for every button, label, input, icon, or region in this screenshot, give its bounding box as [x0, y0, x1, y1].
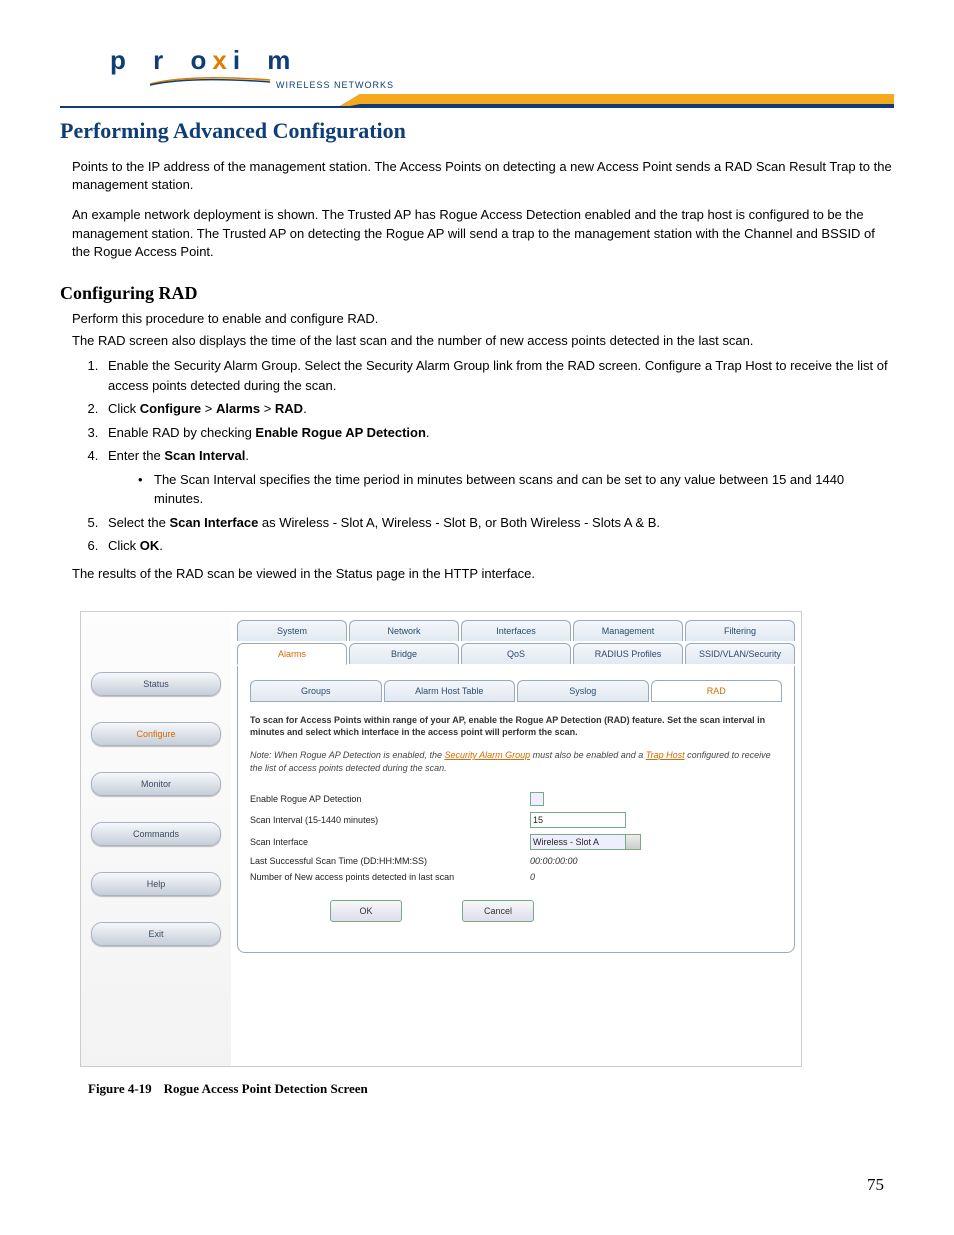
tab-ssid[interactable]: SSID/VLAN/Security	[685, 643, 795, 664]
step-5: Select the Scan Interface as Wireless - …	[102, 513, 894, 533]
nav-exit[interactable]: Exit	[91, 922, 221, 946]
cancel-button[interactable]: Cancel	[462, 900, 534, 922]
link-security-alarm-group[interactable]: Security Alarm Group	[444, 750, 530, 760]
main-panel: System Network Interfaces Management Fil…	[231, 612, 801, 1066]
section-heading: Configuring RAD	[60, 283, 894, 304]
value-last-scan-time: 00:00:00:00	[530, 856, 578, 866]
logo-text-left: p r o	[110, 45, 216, 76]
link-trap-host[interactable]: Trap Host	[646, 750, 685, 760]
logo-x-icon: x	[212, 45, 236, 76]
checkbox-enable-rad[interactable]	[530, 792, 544, 806]
panel-description: To scan for Access Points within range o…	[250, 714, 782, 739]
nav-help[interactable]: Help	[91, 872, 221, 896]
label-scan-interface: Scan Interface	[250, 837, 530, 847]
tab-management[interactable]: Management	[573, 620, 683, 641]
tab-content: Groups Alarm Host Table Syslog RAD To sc…	[237, 666, 795, 953]
subtab-row: Groups Alarm Host Table Syslog RAD	[250, 680, 782, 702]
select-scan-interface[interactable]: Wireless - Slot A	[530, 834, 626, 850]
logo-text-right: i m	[233, 45, 301, 76]
left-nav: Status Configure Monitor Commands Help E…	[81, 612, 231, 1066]
step-1: Enable the Security Alarm Group. Select …	[102, 356, 894, 395]
nav-configure[interactable]: Configure	[91, 722, 221, 746]
tab-row-1: System Network Interfaces Management Fil…	[237, 620, 795, 641]
label-last-scan-time: Last Successful Scan Time (DD:HH:MM:SS)	[250, 856, 530, 866]
subtab-alarm-host[interactable]: Alarm Host Table	[384, 680, 516, 702]
logo-subtitle: WIRELESS NETWORKS	[276, 80, 394, 90]
subtab-rad[interactable]: RAD	[651, 680, 783, 702]
subtab-syslog[interactable]: Syslog	[517, 680, 649, 702]
label-enable-rad: Enable Rogue AP Detection	[250, 794, 530, 804]
tab-interfaces[interactable]: Interfaces	[461, 620, 571, 641]
input-scan-interval[interactable]: 15	[530, 812, 626, 828]
subtab-groups[interactable]: Groups	[250, 680, 382, 702]
label-new-ap-count: Number of New access points detected in …	[250, 872, 530, 882]
figure-title: Rogue Access Point Detection Screen	[164, 1081, 368, 1096]
tab-filtering[interactable]: Filtering	[685, 620, 795, 641]
step-6: Click OK.	[102, 536, 894, 556]
step-2: Click Configure > Alarms > RAD.	[102, 399, 894, 419]
figure-caption: Figure 4-19 Rogue Access Point Detection …	[88, 1081, 894, 1097]
tab-row-2: Alarms Bridge QoS RADIUS Profiles SSID/V…	[237, 643, 795, 665]
section-lead-2: The RAD screen also displays the time of…	[60, 332, 894, 350]
tab-network[interactable]: Network	[349, 620, 459, 641]
step-4-bullet: The Scan Interval specifies the time per…	[138, 470, 894, 509]
after-steps-note: The results of the RAD scan be viewed in…	[60, 566, 894, 581]
tab-qos[interactable]: QoS	[461, 643, 571, 664]
tab-bridge[interactable]: Bridge	[349, 643, 459, 664]
nav-monitor[interactable]: Monitor	[91, 772, 221, 796]
header-divider	[60, 94, 894, 108]
brand-logo: p r o x i m WIRELESS NETWORKS	[60, 30, 894, 90]
page-number: 75	[867, 1175, 884, 1195]
section-lead-1: Perform this procedure to enable and con…	[60, 310, 894, 328]
step-3: Enable RAD by checking Enable Rogue AP D…	[102, 423, 894, 443]
tab-radius[interactable]: RADIUS Profiles	[573, 643, 683, 664]
logo-swoosh-icon	[150, 76, 270, 86]
procedure-list: Enable the Security Alarm Group. Select …	[60, 356, 894, 556]
value-new-ap-count: 0	[530, 872, 535, 882]
label-scan-interval: Scan Interval (15-1440 minutes)	[250, 815, 530, 825]
tab-system[interactable]: System	[237, 620, 347, 641]
nav-status[interactable]: Status	[91, 672, 221, 696]
panel-note: Note: When Rogue AP Detection is enabled…	[250, 749, 782, 774]
ok-button[interactable]: OK	[330, 900, 402, 922]
page-title: Performing Advanced Configuration	[60, 118, 894, 144]
intro-paragraph-2: An example network deployment is shown. …	[60, 206, 894, 261]
tab-alarms[interactable]: Alarms	[237, 643, 347, 665]
nav-commands[interactable]: Commands	[91, 822, 221, 846]
intro-paragraph-1: Points to the IP address of the manageme…	[60, 158, 894, 194]
rad-screen: Status Configure Monitor Commands Help E…	[80, 611, 802, 1067]
step-4: Enter the Scan Interval. The Scan Interv…	[102, 446, 894, 509]
figure-number: Figure 4-19	[88, 1081, 152, 1096]
